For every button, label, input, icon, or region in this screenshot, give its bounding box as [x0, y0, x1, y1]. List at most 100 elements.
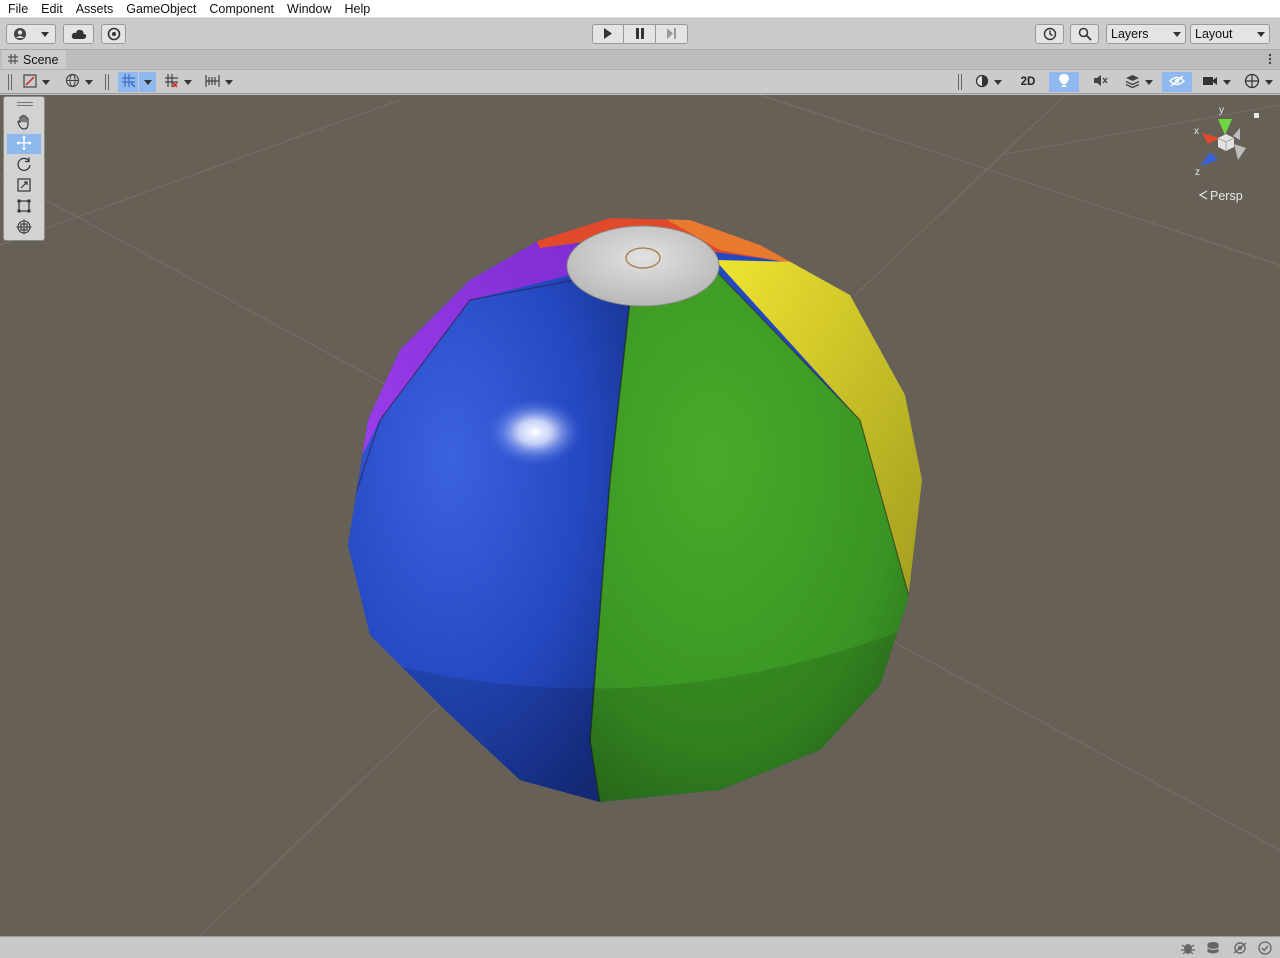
- menu-file[interactable]: File: [0, 0, 35, 18]
- chevron-down-icon: [184, 79, 192, 85]
- toolbar-grip: [8, 74, 12, 90]
- pause-button[interactable]: [624, 24, 656, 44]
- audio-icon: [1093, 74, 1108, 90]
- projection-toggle[interactable]: Persp: [1198, 189, 1243, 203]
- rect-tool-icon: [16, 198, 32, 217]
- lighting-icon: [1058, 73, 1070, 91]
- global-dropdown[interactable]: [61, 72, 97, 92]
- play-button[interactable]: [592, 24, 624, 44]
- chevron-down-icon: [85, 79, 93, 85]
- gizmo-z-label: z: [1195, 167, 1200, 178]
- account-icon: [13, 27, 27, 41]
- scene-render: [0, 95, 1280, 936]
- hidden-objects-toggle-button[interactable]: [1162, 72, 1192, 92]
- hand-tool-icon: [16, 114, 32, 133]
- main-toolbar: Layers Layout: [0, 19, 1280, 49]
- menu-bar: File Edit Assets GameObject Component Wi…: [0, 0, 1280, 18]
- scene-toolbar: 2D: [0, 69, 1280, 94]
- status-bar: [0, 936, 1280, 958]
- chevron-down-icon: [41, 31, 49, 37]
- history-icon: [1043, 27, 1057, 41]
- camera-dropdown[interactable]: [1198, 72, 1234, 92]
- scene-tab-icon: [8, 53, 18, 67]
- draw-mode-icon: [22, 73, 37, 91]
- grid-snap-icon: [121, 73, 136, 91]
- menu-gameobject[interactable]: GameObject: [120, 0, 203, 18]
- layout-label: Layout: [1195, 27, 1233, 41]
- transform-tool-button[interactable]: [7, 218, 41, 238]
- move-tool-button[interactable]: [7, 134, 41, 154]
- ruler-icon: [205, 74, 220, 91]
- grid-snap-dropdown[interactable]: [139, 72, 156, 92]
- chevron-down-icon: [1145, 79, 1153, 85]
- gizmo-x-label: x: [1194, 126, 1199, 137]
- play-controls: [592, 24, 688, 44]
- shading-mode-dropdown[interactable]: [970, 72, 1006, 92]
- gizmo-y-label: y: [1219, 105, 1224, 116]
- chevron-down-icon: [1173, 31, 1181, 37]
- rotate-tool-icon: [16, 156, 32, 175]
- chevron-down-icon: [41, 79, 50, 85]
- step-button[interactable]: [656, 24, 688, 44]
- tab-scene-label: Scene: [23, 53, 59, 67]
- increment-snap-dropdown[interactable]: [160, 72, 196, 92]
- layers-dropdown[interactable]: Layers: [1106, 24, 1186, 44]
- services-gear-icon: [107, 27, 121, 41]
- history-button[interactable]: [1035, 24, 1064, 44]
- orientation-gizmo[interactable]: y x z: [1188, 100, 1264, 180]
- camera-icon: [1202, 75, 1218, 90]
- menu-component[interactable]: Component: [203, 0, 281, 18]
- search-icon: [1078, 27, 1092, 41]
- menu-edit[interactable]: Edit: [35, 0, 70, 18]
- projection-label: Persp: [1210, 189, 1243, 203]
- auto-generate-lighting-icon[interactable]: [1232, 941, 1248, 955]
- hidden-objects-icon: [1169, 74, 1185, 90]
- play-icon: [603, 27, 613, 42]
- grid-snap-button[interactable]: [118, 72, 138, 92]
- layers-label: Layers: [1111, 27, 1149, 41]
- toolbar-separator: [958, 74, 962, 90]
- menu-window[interactable]: Window: [281, 0, 338, 18]
- move-tool-icon: [16, 135, 32, 154]
- search-button[interactable]: [1070, 24, 1099, 44]
- check-icon[interactable]: [1258, 941, 1274, 955]
- menu-help[interactable]: Help: [338, 0, 377, 18]
- cloud-button[interactable]: [63, 24, 94, 44]
- more-options-icon[interactable]: [1268, 53, 1272, 68]
- menu-assets[interactable]: Assets: [70, 0, 121, 18]
- tools-grip[interactable]: [17, 102, 33, 106]
- layout-dropdown[interactable]: Layout: [1190, 24, 1270, 44]
- effects-dropdown[interactable]: [1120, 72, 1158, 92]
- chevron-left-icon: [1198, 189, 1208, 203]
- draw-mode-dropdown[interactable]: [19, 72, 53, 92]
- lighting-toggle-button[interactable]: [1049, 72, 1079, 92]
- 2d-label: 2D: [1020, 76, 1036, 88]
- chevron-down-icon: [143, 79, 152, 85]
- cloud-icon: [71, 28, 87, 40]
- toolbar-separator: [105, 74, 109, 90]
- 2d-toggle-button[interactable]: 2D: [1013, 72, 1043, 92]
- chevron-down-icon: [1264, 79, 1273, 85]
- cache-icon[interactable]: [1206, 941, 1222, 955]
- rotate-tool-button[interactable]: [7, 155, 41, 175]
- transform-tool-icon: [16, 219, 32, 238]
- rect-tool-button[interactable]: [7, 197, 41, 217]
- tab-scene[interactable]: Scene: [2, 50, 67, 70]
- window-tab-strip: Scene: [0, 49, 1280, 70]
- scale-tool-button[interactable]: [7, 176, 41, 196]
- gizmos-dropdown[interactable]: [1240, 72, 1276, 92]
- pause-icon: [635, 27, 645, 42]
- chevron-down-icon: [1222, 79, 1231, 85]
- services-button[interactable]: [101, 24, 126, 44]
- step-icon: [666, 27, 677, 42]
- bug-icon[interactable]: [1180, 941, 1196, 955]
- ruler-dropdown[interactable]: [201, 72, 237, 92]
- ball-valve-cap: [566, 225, 720, 307]
- scene-viewport[interactable]: [0, 95, 1280, 936]
- hand-tool-button[interactable]: [7, 113, 41, 133]
- shading-icon: [975, 74, 989, 91]
- audio-toggle-button[interactable]: [1085, 72, 1115, 92]
- account-dropdown[interactable]: [6, 24, 56, 44]
- increment-snap-icon: [164, 73, 179, 91]
- chevron-down-icon: [993, 79, 1002, 85]
